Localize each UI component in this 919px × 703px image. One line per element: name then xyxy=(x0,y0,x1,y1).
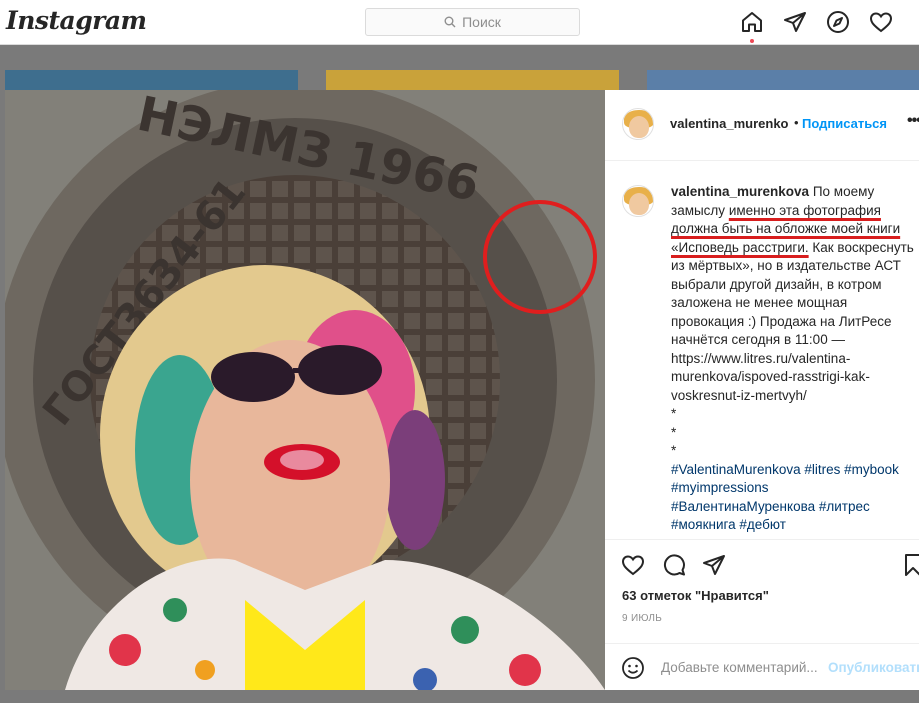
avatar[interactable] xyxy=(622,108,654,140)
caption-username[interactable]: valentina_murenkova xyxy=(671,184,809,199)
separator-dot: • xyxy=(794,115,799,130)
nav-icons xyxy=(740,10,893,34)
home-icon[interactable] xyxy=(740,10,764,34)
instagram-logo[interactable]: Instagram xyxy=(6,6,147,35)
post-author-username[interactable]: valentina_murenko xyxy=(670,116,789,131)
comment-icon[interactable] xyxy=(662,553,686,577)
direct-icon[interactable] xyxy=(783,10,807,34)
caption-area: valentina_murenkova По моему замыслу име… xyxy=(605,161,919,539)
top-navigation-bar: Instagram Поиск xyxy=(0,0,919,45)
search-input[interactable]: Поиск xyxy=(365,8,580,36)
post-date: 9 ИЮЛЬ xyxy=(622,613,663,624)
comment-bar: Добавьте комментарий... Опубликовать xyxy=(605,643,919,691)
caption-star: * xyxy=(671,424,677,440)
publish-button[interactable]: Опубликовать xyxy=(828,660,919,675)
post-header: valentina_murenko • Подписаться ••• xyxy=(605,90,919,161)
caption-star: * xyxy=(671,406,677,421)
bookmark-icon[interactable] xyxy=(901,553,919,577)
search-placeholder: Поиск xyxy=(462,14,501,30)
hashtags[interactable]: #ValentinaMurenkova #litres #mybook xyxy=(671,461,917,480)
more-options-button[interactable]: ••• xyxy=(907,112,919,130)
avatar[interactable] xyxy=(622,185,654,217)
likes-count[interactable]: 63 отметок "Нравится" xyxy=(622,588,769,603)
hashtags[interactable]: #моякнига #дебют xyxy=(671,516,917,535)
search-icon xyxy=(444,16,456,28)
comment-input[interactable]: Добавьте комментарий... xyxy=(661,660,818,675)
post-sidebar: valentina_murenko • Подписаться ••• vale… xyxy=(605,90,919,690)
explore-icon[interactable] xyxy=(826,10,850,34)
home-active-dot xyxy=(750,39,754,43)
manhole-photo-illustration: НЭЛМЗ 1966 ГОСТ3634-61 xyxy=(5,90,605,690)
caption-post: Как воскреснуть из мёртвых», но в издате… xyxy=(671,239,914,403)
post-photo[interactable]: НЭЛМЗ 1966 ГОСТ3634-61 xyxy=(5,90,605,690)
like-heart-icon[interactable] xyxy=(621,553,645,577)
hashtags[interactable]: #myimpressions xyxy=(671,479,917,498)
heart-icon[interactable] xyxy=(869,10,893,34)
hashtags[interactable]: #ВалентинаМуренкова #литрес xyxy=(671,498,917,517)
post-actions: 63 отметок "Нравится" 9 ИЮЛЬ Добавьте ко… xyxy=(605,539,919,690)
caption-text: valentina_murenkova По моему замыслу име… xyxy=(671,183,917,535)
caption-star: * xyxy=(671,443,677,458)
share-icon[interactable] xyxy=(702,553,726,577)
follow-button[interactable]: Подписаться xyxy=(802,116,887,131)
emoji-smile-icon[interactable] xyxy=(621,656,645,680)
